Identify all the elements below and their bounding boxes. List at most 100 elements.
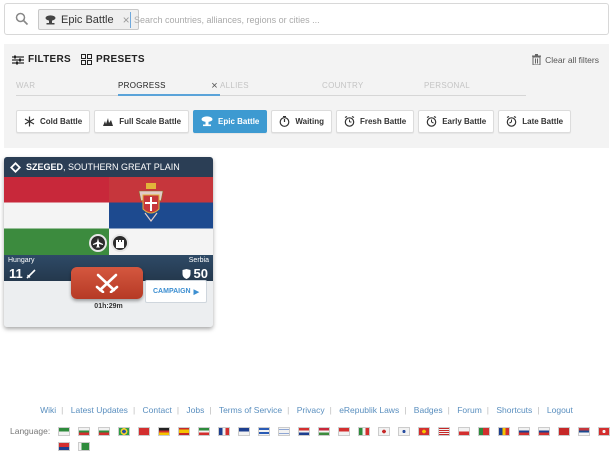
campaign-button[interactable]: CAMPAIGN ▶ — [145, 280, 207, 303]
footer-link-laws[interactable]: eRepublik Laws — [339, 405, 399, 415]
battle-card[interactable]: SZEGED, SOUTHERN GREAT PLAIN Hungary Ser… — [4, 157, 213, 327]
language-flag[interactable] — [178, 427, 190, 436]
language-flag[interactable] — [218, 427, 230, 436]
option-label: Fresh Battle — [359, 117, 407, 126]
tab-personal-label: PERSONAL — [424, 81, 470, 90]
language-flag[interactable] — [78, 427, 90, 436]
option-label: Full Scale Battle — [119, 117, 182, 126]
battle-region: SZEGED — [26, 162, 64, 172]
mushroom-cloud-icon — [45, 14, 56, 24]
footer-link-wiki[interactable]: Wiki — [40, 405, 56, 415]
fight-button[interactable] — [71, 267, 143, 299]
language-label: Language: — [10, 426, 51, 436]
footer-link-contact[interactable]: Contact — [143, 405, 172, 415]
language-flag[interactable] — [518, 427, 530, 436]
option-waiting[interactable]: Waiting — [271, 110, 332, 133]
language-flag[interactable] — [158, 427, 170, 436]
footer-link-jobs[interactable]: Jobs — [186, 405, 204, 415]
presets-label: PRESETS — [96, 54, 145, 65]
search-input[interactable] — [130, 12, 600, 28]
language-flag[interactable] — [98, 427, 110, 436]
active-filter-label: Epic Battle — [61, 13, 114, 26]
defender-country: Serbia — [188, 257, 209, 264]
footer-link-terms[interactable]: Terms of Service — [219, 405, 282, 415]
language-flag[interactable] — [78, 442, 90, 451]
alarm-clock-icon — [344, 116, 355, 127]
language-flag[interactable] — [558, 427, 570, 436]
option-label: Waiting — [295, 117, 324, 126]
language-flag[interactable] — [418, 427, 430, 436]
option-late-battle[interactable]: Late Battle — [498, 110, 572, 133]
clear-all-filters-button[interactable]: Clear all filters — [532, 54, 599, 65]
footer-link-logout[interactable]: Logout — [547, 405, 573, 415]
language-flag[interactable] — [318, 427, 330, 436]
language-flag[interactable] — [238, 427, 250, 436]
language-flag[interactable] — [338, 427, 350, 436]
search-icon — [15, 12, 29, 26]
language-flag[interactable] — [58, 442, 70, 451]
battle-flags — [4, 177, 213, 255]
language-flag[interactable] — [258, 427, 270, 436]
language-flag[interactable] — [378, 427, 390, 436]
tab-war-label: WAR — [16, 81, 36, 90]
campaign-label: CAMPAIGN — [153, 288, 191, 295]
option-cold-battle[interactable]: Cold Battle — [16, 110, 91, 133]
tab-progress-label: PROGRESS — [118, 81, 166, 90]
language-flag[interactable] — [58, 427, 70, 436]
option-early-battle[interactable]: Early Battle — [418, 110, 495, 133]
language-flag[interactable] — [398, 427, 410, 436]
airstrike-icon — [89, 234, 107, 252]
language-flag[interactable] — [278, 427, 290, 436]
footer-link-badges[interactable]: Badges — [414, 405, 443, 415]
progress-options: Cold Battle Full Scale Battle Epic Battl… — [16, 110, 572, 133]
language-flag[interactable] — [498, 427, 510, 436]
timer-icon — [279, 116, 290, 127]
tab-allies[interactable]: ALLIES — [220, 81, 322, 96]
footer-link-shortcuts[interactable]: Shortcuts — [496, 405, 532, 415]
play-arrow-icon: ▶ — [193, 288, 199, 296]
tab-country[interactable]: COUNTRY — [322, 81, 424, 96]
language-flag[interactable] — [298, 427, 310, 436]
attacker-score: 11 — [9, 266, 36, 281]
battle-type-icons — [89, 234, 129, 252]
tab-war[interactable]: WAR — [16, 81, 118, 96]
option-full-scale-battle[interactable]: Full Scale Battle — [94, 110, 190, 133]
remove-filter-icon[interactable]: × — [123, 13, 130, 27]
battle-area: , SOUTHERN GREAT PLAIN — [63, 162, 180, 172]
tab-allies-label: ALLIES — [220, 81, 249, 90]
search-bar[interactable]: Epic Battle × — [4, 3, 609, 35]
active-filter-chip[interactable]: Epic Battle × — [38, 9, 139, 30]
language-flag[interactable] — [598, 427, 610, 436]
sword-icon — [26, 268, 36, 279]
option-epic-battle[interactable]: Epic Battle — [193, 110, 268, 133]
language-flag[interactable] — [458, 427, 470, 436]
language-flag[interactable] — [358, 427, 370, 436]
footer-link-forum[interactable]: Forum — [457, 405, 482, 415]
tab-progress[interactable]: PROGRESS × — [118, 80, 220, 96]
language-flag[interactable] — [478, 427, 490, 436]
language-flag[interactable] — [198, 427, 210, 436]
filter-panel: FILTERS PRESETS Clear all filters WAR PR… — [4, 44, 609, 148]
battle-card-footer: 01h:29m CAMPAIGN ▶ — [4, 267, 213, 327]
language-flag[interactable] — [578, 427, 590, 436]
filters-toggle[interactable]: FILTERS — [12, 54, 71, 65]
footer-link-privacy[interactable]: Privacy — [297, 405, 325, 415]
epic-battle-icon — [10, 161, 21, 173]
language-flag[interactable] — [138, 427, 150, 436]
language-flag[interactable] — [438, 427, 450, 436]
language-flag[interactable] — [118, 427, 130, 436]
option-label: Cold Battle — [40, 117, 83, 126]
option-fresh-battle[interactable]: Fresh Battle — [335, 110, 415, 133]
fortress-icon — [111, 234, 129, 252]
option-label: Late Battle — [522, 117, 564, 126]
language-flag[interactable] — [538, 427, 550, 436]
presets-toggle[interactable]: PRESETS — [81, 54, 145, 65]
close-icon[interactable]: × — [211, 80, 218, 92]
mushroom-cloud-icon — [201, 116, 213, 127]
tab-personal[interactable]: PERSONAL — [424, 81, 526, 96]
footer-link-latest-updates[interactable]: Latest Updates — [71, 405, 128, 415]
clear-all-label: Clear all filters — [545, 54, 599, 65]
grid-icon — [81, 54, 93, 65]
option-label: Epic Battle — [218, 117, 260, 126]
crossed-swords-icon — [95, 273, 119, 293]
